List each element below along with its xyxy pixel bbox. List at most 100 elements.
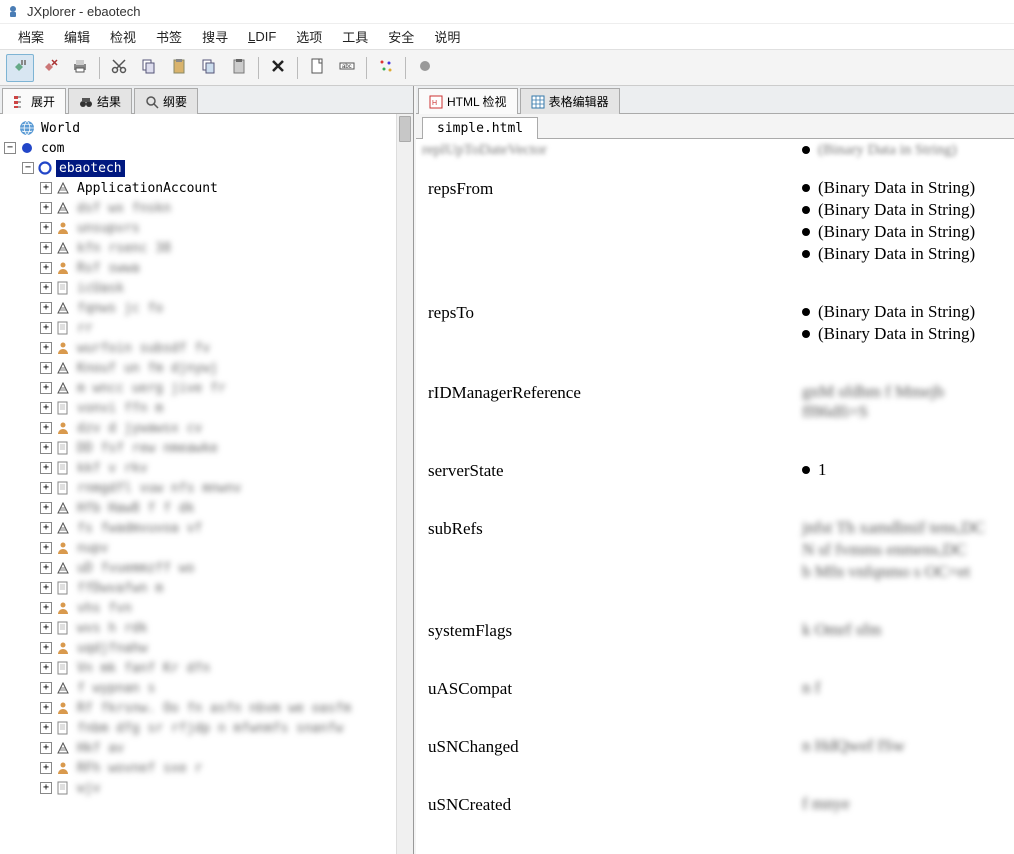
- tree-expander[interactable]: +: [40, 782, 52, 794]
- toolbar-paste-alt-button[interactable]: [225, 54, 253, 82]
- tree-item[interactable]: +vonvi ffn m: [0, 398, 413, 418]
- menu-bookmark[interactable]: 书签: [146, 24, 192, 49]
- toolbar-cut-button[interactable]: [105, 54, 133, 82]
- tree-expander[interactable]: −: [22, 162, 34, 174]
- tree-expander[interactable]: +: [40, 382, 52, 394]
- toolbar-copy-button[interactable]: [135, 54, 163, 82]
- toolbar-connect-button[interactable]: [6, 54, 34, 82]
- menu-security[interactable]: 安全: [378, 24, 424, 49]
- tree-expander[interactable]: +: [40, 762, 52, 774]
- toolbar-copy-alt-button[interactable]: [195, 54, 223, 82]
- toolbar-paste-button[interactable]: [165, 54, 193, 82]
- toolbar-stop-button[interactable]: [411, 54, 439, 82]
- tree-expander[interactable]: +: [40, 242, 52, 254]
- toolbar-print-button[interactable]: [66, 54, 94, 82]
- tree-item[interactable]: +fnbm dfg sr rfjdp n mfwnmfs snanfw: [0, 718, 413, 738]
- tree-item[interactable]: +uqdjfnahw: [0, 638, 413, 658]
- toolbar-delete-button[interactable]: [264, 54, 292, 82]
- tree-item[interactable]: +Vn mk fanf Kr dfn: [0, 658, 413, 678]
- tree-expander[interactable]: +: [40, 482, 52, 494]
- tree-item[interactable]: +fqnws jc fo: [0, 298, 413, 318]
- tree-item[interactable]: +unsupvrs: [0, 218, 413, 238]
- tree-expander[interactable]: +: [40, 502, 52, 514]
- menu-ldif[interactable]: LDIF: [238, 26, 286, 47]
- right-tab-表格编辑器[interactable]: 表格编辑器: [520, 88, 620, 114]
- tree-expander[interactable]: +: [40, 222, 52, 234]
- tree-item[interactable]: +fs fwadmvuvoa vf: [0, 518, 413, 538]
- menu-edit[interactable]: 编辑: [54, 24, 100, 49]
- tree-item[interactable]: +m wncc uerg jive fr: [0, 378, 413, 398]
- tree-item[interactable]: +rr: [0, 318, 413, 338]
- left-tab-结果[interactable]: 结果: [68, 88, 132, 114]
- tree-expander[interactable]: +: [40, 522, 52, 534]
- tree-item[interactable]: +RFh wovnef sxe r: [0, 758, 413, 778]
- tree-expander[interactable]: +: [40, 722, 52, 734]
- tree-expander[interactable]: +: [40, 582, 52, 594]
- tree-expander[interactable]: +: [40, 282, 52, 294]
- left-tab-展开[interactable]: 展开: [2, 88, 66, 114]
- tree-item[interactable]: +dzv d jywawsx cv: [0, 418, 413, 438]
- tree-com[interactable]: −com: [0, 138, 413, 158]
- tree-expander[interactable]: +: [40, 302, 52, 314]
- tree-item[interactable]: +icUask: [0, 278, 413, 298]
- tree-item[interactable]: +Rsf swwa: [0, 258, 413, 278]
- scrollbar-thumb[interactable]: [399, 116, 411, 142]
- tree-expander[interactable]: +: [40, 322, 52, 334]
- tree-item[interactable]: +DD fsf rew nmeawke: [0, 438, 413, 458]
- tree-expander[interactable]: +: [40, 362, 52, 374]
- tree-expander[interactable]: +: [40, 622, 52, 634]
- tree-item[interactable]: +wjv: [0, 778, 413, 798]
- toolbar-new-button[interactable]: [303, 54, 331, 82]
- tree-item[interactable]: +vhs fvn: [0, 598, 413, 618]
- tree-expander[interactable]: +: [40, 602, 52, 614]
- tree-item[interactable]: +kfn rsenc 38: [0, 238, 413, 258]
- tree-selected[interactable]: −ebaotech: [0, 158, 413, 178]
- tree-expander[interactable]: +: [40, 182, 52, 194]
- tree-expander[interactable]: +: [40, 442, 52, 454]
- tree-item[interactable]: +Knouf un fm djnywj: [0, 358, 413, 378]
- tree-expander[interactable]: +: [40, 702, 52, 714]
- tree-view[interactable]: World−com−ebaotech+ApplicationAccount+ds…: [0, 114, 413, 854]
- toolbar-disconnect-button[interactable]: [36, 54, 64, 82]
- attribute-panel[interactable]: replUpToDateVector(Binary Data in String…: [416, 139, 1014, 854]
- tree-item[interactable]: +wurfoin subsdf fv: [0, 338, 413, 358]
- menu-view[interactable]: 检视: [100, 24, 146, 49]
- tree-item[interactable]: +uD fvuemmzff wo: [0, 558, 413, 578]
- tree-expander[interactable]: +: [40, 642, 52, 654]
- tree-item[interactable]: +Rf fkrsnw. Oo fn asfn nbvm we oasfm: [0, 698, 413, 718]
- tree-expander[interactable]: +: [40, 542, 52, 554]
- tree-expander[interactable]: +: [40, 662, 52, 674]
- tree-expander[interactable]: +: [40, 462, 52, 474]
- menu-search[interactable]: 搜寻: [192, 24, 238, 49]
- tree-item[interactable]: +dsf wx fnskn: [0, 198, 413, 218]
- tree-item[interactable]: +Hkf av: [0, 738, 413, 758]
- tree-item[interactable]: +nupv: [0, 538, 413, 558]
- menu-file[interactable]: 档案: [8, 24, 54, 49]
- tree-expander[interactable]: +: [40, 262, 52, 274]
- menu-tools[interactable]: 工具: [332, 24, 378, 49]
- tree-item[interactable]: +kkf v rkv: [0, 458, 413, 478]
- vertical-scrollbar[interactable]: [396, 114, 413, 854]
- tree-item[interactable]: +Hfb Haw8 f f dk: [0, 498, 413, 518]
- menu-help[interactable]: 说明: [424, 24, 470, 49]
- tree-item[interactable]: +ffDwvafwn m: [0, 578, 413, 598]
- subtab[interactable]: simple.html: [422, 117, 538, 139]
- tree-item[interactable]: +ApplicationAccount: [0, 178, 413, 198]
- menu-options[interactable]: 选项: [286, 24, 332, 49]
- tree-expander[interactable]: +: [40, 402, 52, 414]
- tree-expander[interactable]: +: [40, 342, 52, 354]
- tree-root[interactable]: World: [0, 118, 413, 138]
- tree-expander[interactable]: +: [40, 422, 52, 434]
- right-tab-HTML 检视[interactable]: HHTML 检视: [418, 88, 518, 114]
- tree-expander[interactable]: +: [40, 742, 52, 754]
- tree-expander[interactable]: +: [40, 682, 52, 694]
- left-tab-纲要[interactable]: 纲要: [134, 88, 198, 114]
- tree-item[interactable]: +rnmgdfl vuw nfs mnwnv: [0, 478, 413, 498]
- tree-expander[interactable]: +: [40, 562, 52, 574]
- tree-item[interactable]: +wvs h rdk: [0, 618, 413, 638]
- tree-expander[interactable]: −: [4, 142, 16, 154]
- toolbar-refresh-button[interactable]: [372, 54, 400, 82]
- tree-item[interactable]: +f wypnan s: [0, 678, 413, 698]
- toolbar-rename-button[interactable]: abc: [333, 54, 361, 82]
- tree-expander[interactable]: +: [40, 202, 52, 214]
